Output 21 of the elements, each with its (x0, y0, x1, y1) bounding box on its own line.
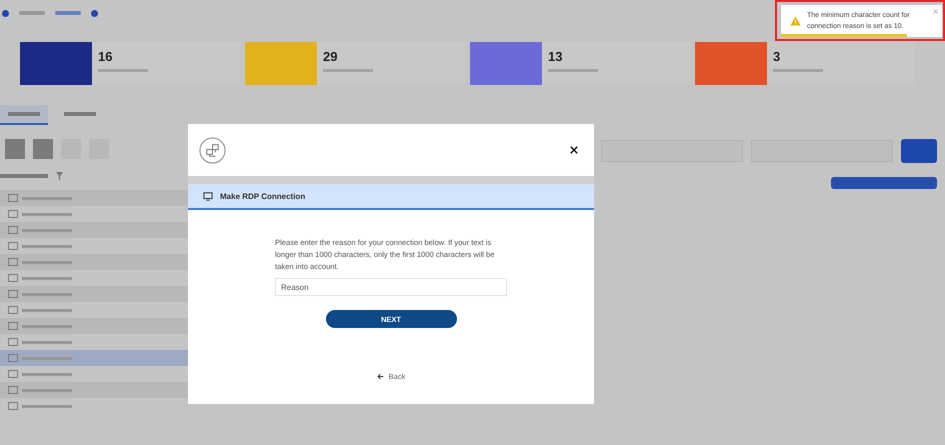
stat-label (773, 69, 823, 72)
stat-value: 16 (98, 50, 114, 64)
network-icon (199, 136, 226, 164)
stat-label (323, 69, 373, 72)
home-icon[interactable] (2, 10, 9, 16)
dialog-title: Make RDP Connection (220, 192, 306, 200)
stat-label (98, 69, 148, 72)
reason-field[interactable]: Reason (275, 278, 507, 296)
stat-value: 13 (548, 50, 564, 64)
warning-icon (790, 16, 801, 26)
stat-value: 29 (323, 50, 338, 64)
stat-value: 3 (773, 50, 782, 64)
info-icon[interactable] (91, 10, 98, 16)
arrow-left-icon (376, 373, 384, 380)
section-heading (0, 174, 48, 178)
close-icon[interactable] (570, 146, 578, 154)
monitor-icon (203, 192, 213, 200)
breadcrumb-link[interactable] (55, 11, 81, 15)
tab[interactable] (0, 105, 48, 125)
stat-label (548, 69, 598, 72)
filter-icon[interactable] (56, 172, 63, 180)
